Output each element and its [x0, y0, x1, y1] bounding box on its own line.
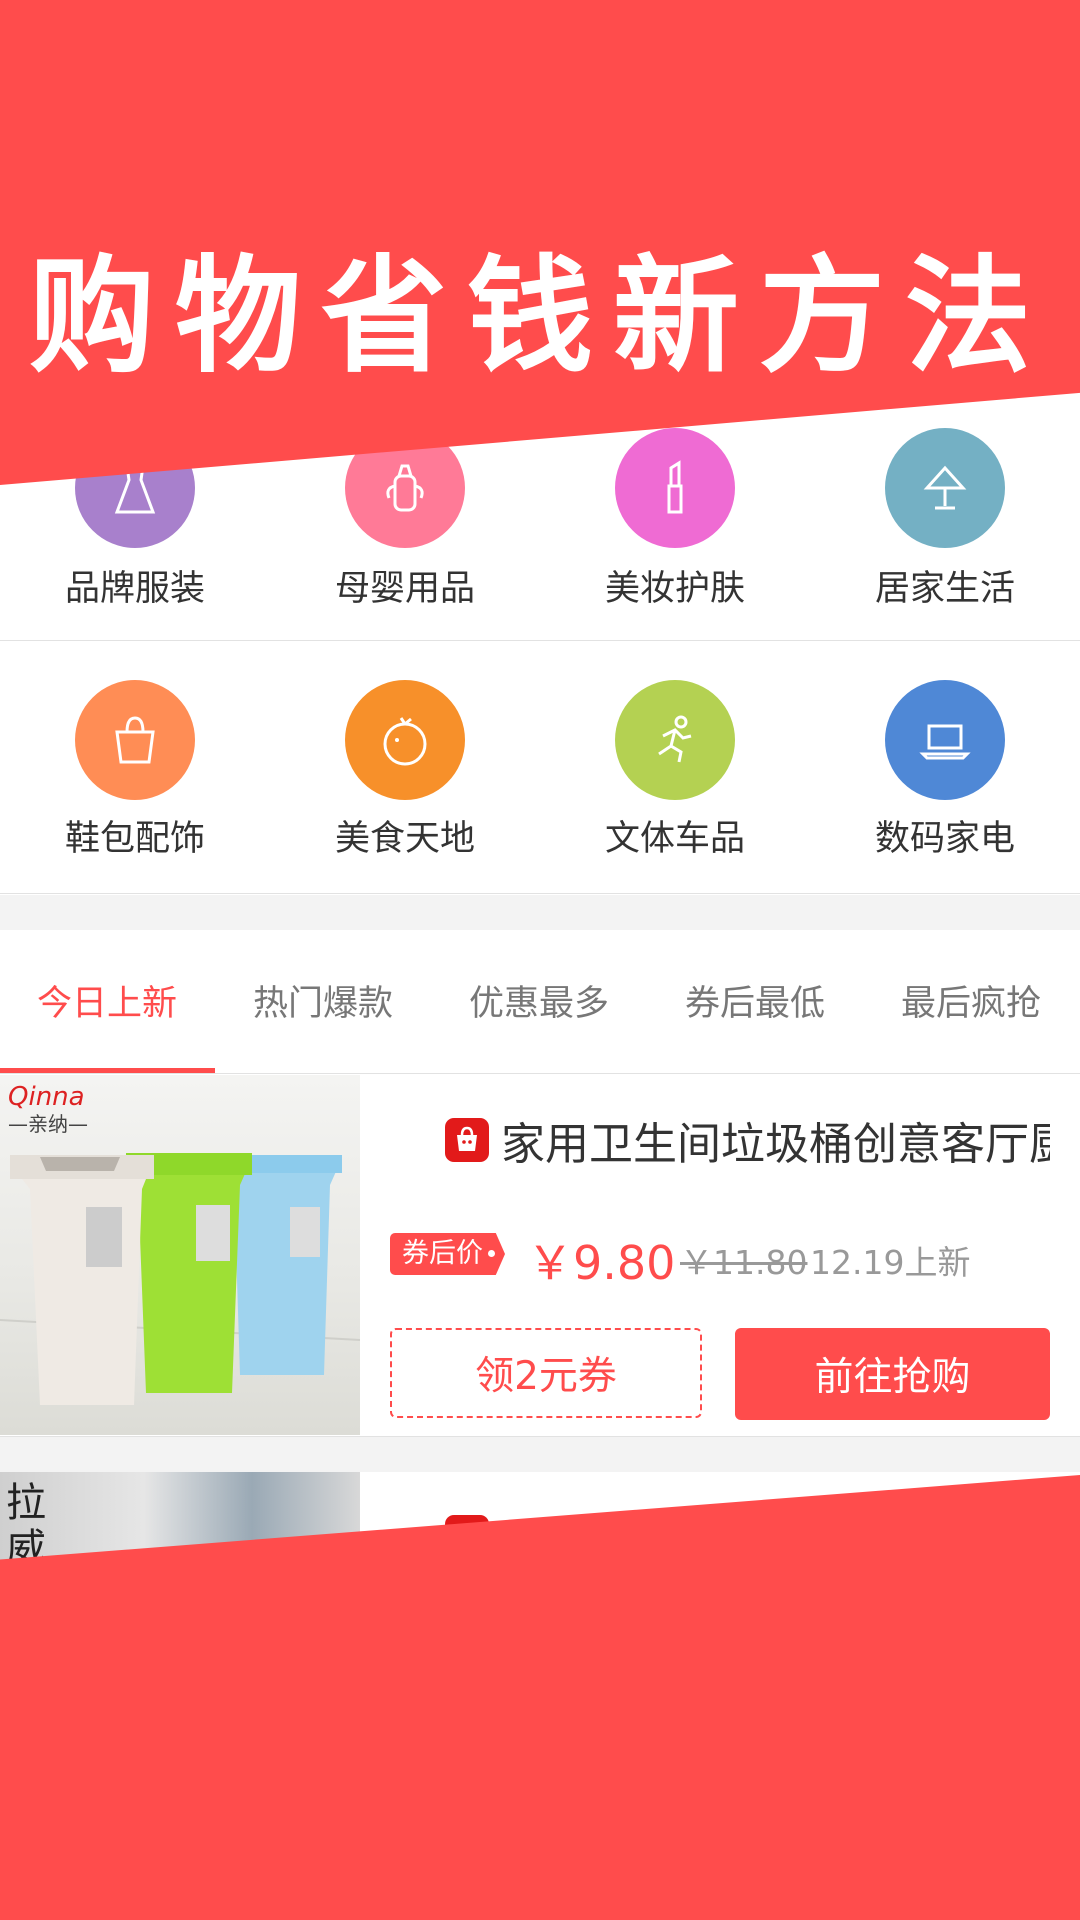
tab-last-chance[interactable]: 最后疯抢: [901, 975, 1041, 1026]
after-coupon-badge: 券后价: [390, 1233, 505, 1275]
runner-icon: [615, 680, 735, 800]
original-price: ￥11.80: [680, 1243, 808, 1282]
category-label: 数码家电: [874, 819, 1015, 859]
new-date: 12.19上新: [810, 1243, 971, 1282]
category-sports-auto[interactable]: 文体车品: [540, 680, 810, 880]
category-digital-appliances[interactable]: 数码家电: [810, 680, 1080, 880]
image-logo: Qinna: [8, 1082, 85, 1112]
divider: [0, 1073, 1080, 1074]
category-shoes-bags[interactable]: 鞋包配饰: [0, 680, 270, 880]
banner-title: 购物省钱新方法: [29, 243, 1051, 390]
badge-dot: [488, 1250, 495, 1257]
product-image[interactable]: Qinna —亲纳—: [0, 1075, 360, 1435]
go-buy-button[interactable]: 前往抢购: [735, 1328, 1050, 1420]
product-title[interactable]: 家用卫生间垃圾桶创意客厅厨: [445, 1108, 1050, 1172]
category-food[interactable]: 美食天地: [270, 680, 540, 880]
divider: [0, 893, 1080, 894]
tab-hot[interactable]: 热门爆款: [253, 975, 393, 1026]
category-label: 品牌服装: [64, 569, 205, 609]
divider: [0, 640, 1080, 641]
product-title-text: 家用卫生间垃圾桶创意客厅厨: [501, 1119, 1050, 1170]
category-label: 鞋包配饰: [64, 819, 205, 859]
tmall-shop-icon: [445, 1118, 489, 1162]
category-label: 美食天地: [334, 819, 475, 859]
badge-label: 券后价: [402, 1238, 483, 1269]
category-home-living[interactable]: 居家生活: [810, 428, 1080, 628]
category-label: 文体车品: [604, 819, 745, 859]
category-beauty[interactable]: 美妆护肤: [540, 428, 810, 628]
tab-lowest-after-coupon[interactable]: 券后最低: [685, 975, 825, 1026]
category-label: 居家生活: [874, 569, 1015, 609]
product-price: ￥9.80: [527, 1236, 676, 1290]
promo-banner-top: 购物省钱新方法: [0, 0, 1080, 485]
lamp-icon: [885, 428, 1005, 548]
fruit-icon: [345, 680, 465, 800]
laptop-icon: [885, 680, 1005, 800]
image-brand: —亲纳—: [8, 1112, 88, 1136]
lipstick-icon: [615, 428, 735, 548]
tab-today-new[interactable]: 今日上新: [37, 975, 177, 1026]
category-label: 美妆护肤: [604, 569, 745, 609]
category-label: 母婴用品: [334, 569, 475, 609]
tab-most-discount[interactable]: 优惠最多: [469, 975, 609, 1026]
section-spacer: [0, 895, 1080, 930]
handbag-icon: [75, 680, 195, 800]
section-spacer: [0, 1437, 1080, 1472]
get-coupon-button[interactable]: 领2元券: [390, 1328, 702, 1418]
